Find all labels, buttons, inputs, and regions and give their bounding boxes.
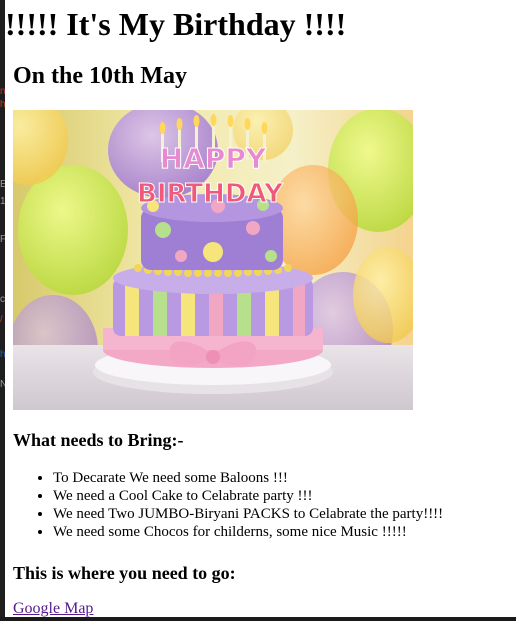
- list-item: We need a Cool Cake to Celabrate party !…: [53, 487, 443, 505]
- browser-page: !!!!! It's My Birthday !!!! On the 10th …: [5, 0, 516, 617]
- list-item: We need Two JUMBO-Biryani PACKS to Celab…: [53, 505, 443, 523]
- directions-heading: This is where you need to go:: [13, 563, 236, 583]
- google-map-link[interactable]: Google Map: [13, 599, 93, 617]
- page-subtitle: On the 10th May: [13, 63, 187, 89]
- cake-happy-text: HAPPY: [160, 142, 267, 175]
- birthday-cake-image: HAPPY BIRTHDAY: [13, 110, 413, 410]
- bring-list: To Decarate We need some Baloons !!! We …: [13, 469, 443, 541]
- list-item: We need some Chocos for childerns, some …: [53, 523, 443, 541]
- window-bottom-edge: [0, 617, 516, 621]
- list-item: To Decarate We need some Baloons !!!: [53, 469, 443, 487]
- bring-heading: What needs to Bring:-: [13, 430, 184, 450]
- page-title: !!!!! It's My Birthday !!!!: [5, 6, 347, 42]
- cake-birthday-text: BIRTHDAY: [137, 179, 284, 209]
